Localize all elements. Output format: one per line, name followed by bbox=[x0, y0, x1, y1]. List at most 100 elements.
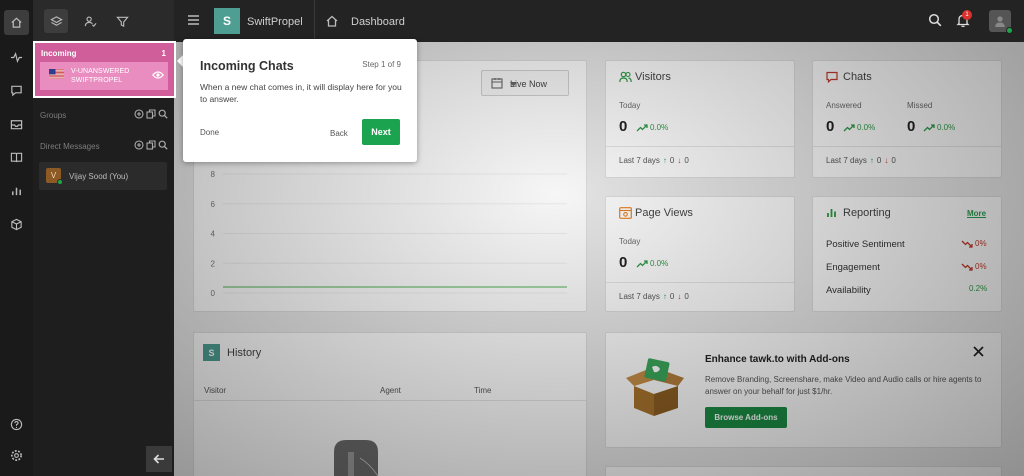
page-views-last7: Last 7 days ↑ 0 ↓ 0 bbox=[619, 292, 689, 301]
eye-icon[interactable] bbox=[152, 70, 164, 80]
page-views-icon bbox=[619, 207, 632, 219]
trend-up-icon bbox=[636, 123, 648, 132]
y-tick-label: 4 bbox=[211, 230, 216, 239]
top-bar: S SwiftPropel Dashboard 1 bbox=[174, 0, 1024, 42]
page-views-pct: 0.0% bbox=[650, 259, 669, 268]
left-rail bbox=[0, 0, 33, 476]
column-visitor: Visitor bbox=[204, 386, 227, 395]
panel-tabs bbox=[33, 0, 174, 42]
chats-title: Chats bbox=[843, 71, 872, 83]
us-flag-icon bbox=[49, 69, 64, 79]
reports-icon[interactable] bbox=[4, 178, 29, 203]
reporting-row-label: Engagement bbox=[826, 262, 880, 273]
layers-icon[interactable] bbox=[44, 9, 68, 33]
arrow-down-icon: ↓ bbox=[677, 156, 682, 165]
done-button[interactable]: Done bbox=[200, 128, 219, 137]
site-logo[interactable]: S bbox=[214, 8, 240, 34]
filter-icon[interactable] bbox=[110, 9, 134, 33]
reporting-row-label: Availability bbox=[826, 285, 871, 296]
arrow-down-icon: ↓ bbox=[884, 156, 889, 165]
page-views-count: 0 bbox=[619, 254, 628, 271]
back-button[interactable]: Back bbox=[330, 129, 348, 138]
browse-addons-button[interactable]: Browse Add-ons bbox=[705, 407, 787, 428]
visitors-pct: 0.0% bbox=[650, 123, 669, 132]
reporting-value: 0% bbox=[975, 262, 987, 271]
popover-title: Incoming Chats bbox=[200, 59, 294, 73]
arrow-down-icon: ↓ bbox=[677, 292, 682, 301]
y-tick-label: 8 bbox=[211, 170, 216, 179]
last7-label: Last 7 days bbox=[826, 156, 867, 165]
home-icon[interactable] bbox=[4, 10, 29, 35]
copy-icon[interactable] bbox=[146, 140, 156, 150]
trend-up-icon bbox=[843, 123, 855, 132]
last7-down: 0 bbox=[684, 156, 689, 165]
tour-popover: Incoming Chats Step 1 of 9 When a new ch… bbox=[183, 39, 417, 162]
close-icon[interactable] bbox=[972, 345, 985, 358]
user-icon bbox=[993, 14, 1007, 28]
live-now-select[interactable]: Live Now bbox=[481, 70, 569, 96]
search-icon[interactable] bbox=[158, 109, 168, 119]
missed-change: 0.0% bbox=[923, 123, 955, 132]
arrow-up-icon: ↑ bbox=[662, 292, 667, 301]
chat-icon bbox=[826, 71, 838, 83]
home-icon[interactable] bbox=[325, 14, 339, 28]
last7-up: 0 bbox=[669, 292, 675, 301]
next-button[interactable]: Next bbox=[362, 119, 400, 145]
divider bbox=[606, 146, 794, 147]
column-agent: Agent bbox=[380, 386, 401, 395]
popover-step: Step 1 of 9 bbox=[362, 60, 401, 69]
answered-label: Answered bbox=[826, 101, 862, 110]
visitors-change: 0.0% bbox=[636, 123, 668, 132]
search-icon[interactable] bbox=[158, 140, 168, 150]
divider bbox=[813, 146, 1001, 147]
last7-down: 0 bbox=[684, 292, 689, 301]
chats-last7: Last 7 days ↑ 0 ↓ 0 bbox=[826, 156, 896, 165]
last7-label: Last 7 days bbox=[619, 292, 660, 301]
menu-icon[interactable] bbox=[187, 14, 200, 26]
incoming-chat-item[interactable]: V-UNANSWERED SWIFTPROPEL bbox=[40, 62, 168, 90]
contact-item[interactable]: V Vijay Sood (You) bbox=[39, 162, 167, 190]
reporting-row-value: 0.2% bbox=[969, 284, 988, 293]
answered-change: 0.0% bbox=[843, 123, 875, 132]
search-icon[interactable] bbox=[928, 13, 942, 27]
addons-box-icon bbox=[624, 358, 686, 416]
copy-icon[interactable] bbox=[146, 109, 156, 119]
users-icon bbox=[619, 71, 632, 83]
groups-actions bbox=[134, 109, 168, 119]
user-check-icon[interactable] bbox=[78, 9, 102, 33]
y-tick-label: 2 bbox=[211, 259, 216, 268]
last7-up: 0 bbox=[669, 156, 675, 165]
history-logo: S bbox=[203, 344, 220, 361]
missed-pct: 0.0% bbox=[937, 123, 956, 132]
add-group-icon[interactable] bbox=[134, 109, 144, 119]
inbox-icon[interactable] bbox=[4, 112, 29, 137]
help-icon[interactable] bbox=[4, 412, 29, 437]
reporting-row-value: 0% bbox=[961, 262, 987, 271]
activity-icon[interactable] bbox=[4, 45, 29, 70]
reporting-row-value: 0% bbox=[961, 239, 987, 248]
settings-icon[interactable] bbox=[4, 443, 29, 468]
arrow-up-icon: ↑ bbox=[662, 156, 667, 165]
site-name[interactable]: SwiftPropel bbox=[247, 16, 303, 28]
bottom-card bbox=[605, 466, 1002, 476]
traffic-chart: 0 2 4 6 8 bbox=[211, 170, 567, 298]
arrow-left-icon bbox=[152, 452, 166, 466]
chat-icon[interactable] bbox=[4, 78, 29, 103]
addons-description: Remove Branding, Screenshare, make Video… bbox=[705, 375, 982, 396]
reporting-row-label: Positive Sentiment bbox=[826, 239, 905, 250]
incoming-chat-visitor: V-UNANSWERED bbox=[71, 68, 130, 75]
online-status-dot bbox=[57, 179, 63, 185]
direct-messages-label: Direct Messages bbox=[40, 142, 100, 151]
add-dm-icon[interactable] bbox=[134, 140, 144, 150]
knowledge-base-icon[interactable] bbox=[4, 145, 29, 170]
addons-icon[interactable] bbox=[4, 212, 29, 237]
arrow-up-icon: ↑ bbox=[869, 156, 874, 165]
popover-body: When a new chat comes in, it will displa… bbox=[200, 82, 402, 104]
groups-label: Groups bbox=[40, 111, 67, 120]
y-tick-label: 0 bbox=[211, 289, 216, 298]
divider bbox=[314, 0, 315, 42]
chevron-down-icon bbox=[510, 82, 558, 87]
reporting-more-link[interactable]: More bbox=[967, 209, 986, 218]
incoming-chats-card[interactable]: Incoming 1 V-UNANSWERED SWIFTPROPEL bbox=[33, 41, 176, 98]
collapse-panel-button[interactable] bbox=[146, 446, 172, 472]
